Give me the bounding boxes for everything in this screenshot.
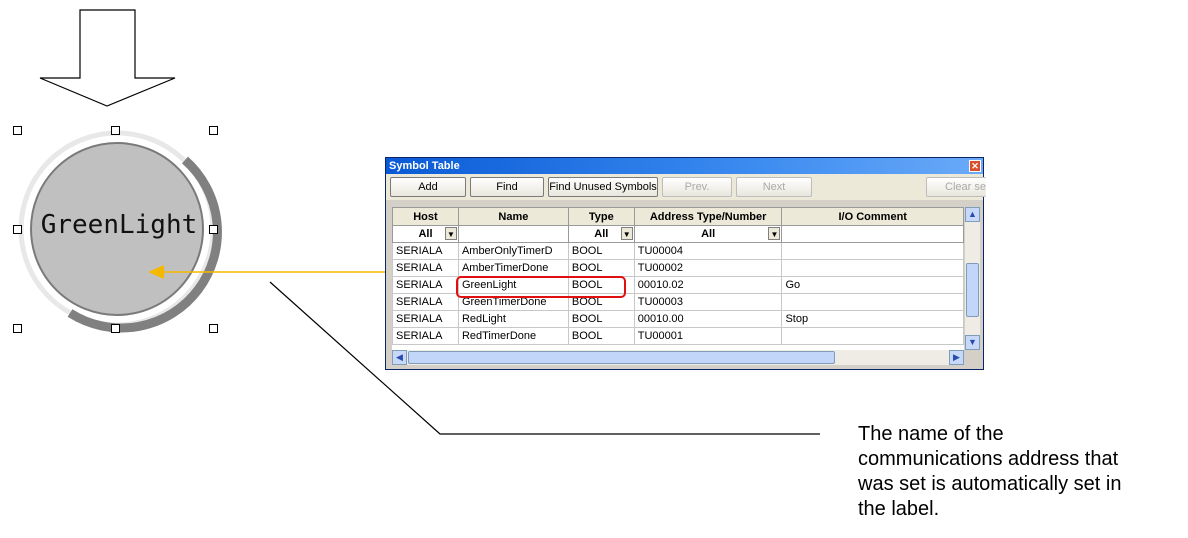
selected-row-highlight xyxy=(456,276,626,298)
filter-row: All ▼ All ▼ All ▼ xyxy=(392,225,964,243)
clear-button[interactable]: Clear se xyxy=(926,177,986,197)
toolbar: Add Find Find Unused Symbols Prev. Next … xyxy=(386,174,986,200)
scroll-up-icon[interactable]: ▲ xyxy=(965,207,980,222)
title-bar: Symbol Table ✕ xyxy=(386,158,983,174)
cell-address[interactable]: TU00003 xyxy=(633,293,783,311)
cell-comment[interactable] xyxy=(781,242,964,260)
resize-handle-ne[interactable] xyxy=(209,126,218,135)
next-button[interactable]: Next xyxy=(736,177,812,197)
cell-host[interactable]: SERIALA xyxy=(392,293,459,311)
resize-handle-se[interactable] xyxy=(209,324,218,333)
cell-type[interactable]: BOOL xyxy=(567,259,635,277)
cell-host[interactable]: SERIALA xyxy=(392,259,459,277)
resize-handle-e[interactable] xyxy=(209,225,218,234)
vertical-scrollbar[interactable]: ▲ ▼ xyxy=(965,207,980,350)
type-filter-value: All xyxy=(594,228,609,240)
table-row[interactable]: SERIALA AmberTimerDone BOOL TU00002 xyxy=(392,259,964,277)
vertical-scroll-thumb[interactable] xyxy=(966,263,979,317)
name-filter[interactable] xyxy=(457,225,569,243)
horizontal-scroll-thumb[interactable] xyxy=(408,351,835,364)
down-arrow-icon xyxy=(39,9,176,107)
cell-host[interactable]: SERIALA xyxy=(392,242,459,260)
cell-comment[interactable]: Stop xyxy=(781,310,964,328)
type-filter[interactable]: All ▼ xyxy=(567,225,635,243)
cell-address[interactable]: TU00004 xyxy=(633,242,783,260)
cell-type[interactable]: BOOL xyxy=(567,242,635,260)
resize-handle-nw[interactable] xyxy=(13,126,22,135)
column-header-io-comment[interactable]: I/O Comment xyxy=(781,207,964,226)
cell-host[interactable]: SERIALA xyxy=(392,276,459,294)
header-row: Host Name Type Address Type/Number I/O C… xyxy=(392,207,964,226)
window-title: Symbol Table xyxy=(389,160,460,172)
symbol-table-window: Symbol Table ✕ Add Find Find Unused Symb… xyxy=(385,157,986,370)
address-filter-value: All xyxy=(701,228,716,240)
close-icon[interactable]: ✕ xyxy=(969,160,981,172)
column-header-host[interactable]: Host xyxy=(392,207,459,226)
cell-address[interactable]: TU00002 xyxy=(633,259,783,277)
column-header-address[interactable]: Address Type/Number xyxy=(633,207,783,226)
table-row[interactable]: SERIALA RedTimerDone BOOL TU00001 xyxy=(392,327,964,345)
cell-address[interactable]: 00010.00 xyxy=(633,310,783,328)
cell-address[interactable]: TU00001 xyxy=(633,327,783,345)
cell-comment[interactable] xyxy=(781,293,964,311)
column-header-name[interactable]: Name xyxy=(457,207,569,226)
cell-name[interactable]: AmberOnlyTimerD xyxy=(457,242,569,260)
cell-host[interactable]: SERIALA xyxy=(392,327,459,345)
resize-handle-s[interactable] xyxy=(111,324,120,333)
scroll-down-icon[interactable]: ▼ xyxy=(965,335,980,350)
chevron-down-icon[interactable]: ▼ xyxy=(444,227,457,240)
chevron-down-icon[interactable]: ▼ xyxy=(620,227,633,240)
horizontal-scrollbar[interactable]: ◀ ▶ xyxy=(392,350,964,365)
scroll-right-icon[interactable]: ▶ xyxy=(949,350,964,365)
add-button[interactable]: Add xyxy=(390,177,466,197)
scroll-left-icon[interactable]: ◀ xyxy=(392,350,407,365)
host-filter[interactable]: All ▼ xyxy=(392,225,459,243)
cell-type[interactable]: BOOL xyxy=(567,310,635,328)
cell-comment[interactable] xyxy=(781,327,964,345)
lamp-label[interactable]: GreenLight xyxy=(24,210,214,240)
find-button[interactable]: Find xyxy=(470,177,544,197)
prev-button[interactable]: Prev. xyxy=(662,177,732,197)
cell-address[interactable]: 00010.02 xyxy=(633,276,783,294)
cell-name[interactable]: RedTimerDone xyxy=(457,327,569,345)
callout-caption: The name of the communications address t… xyxy=(858,423,1122,520)
table-row[interactable]: SERIALA AmberOnlyTimerD BOOL TU00004 xyxy=(392,242,964,260)
resize-handle-sw[interactable] xyxy=(13,324,22,333)
cell-name[interactable]: AmberTimerDone xyxy=(457,259,569,277)
table-row[interactable]: SERIALA RedLight BOOL 00010.00 Stop xyxy=(392,310,964,328)
cell-type[interactable]: BOOL xyxy=(567,327,635,345)
resize-handle-n[interactable] xyxy=(111,126,120,135)
cell-host[interactable]: SERIALA xyxy=(392,310,459,328)
cell-comment[interactable]: Go xyxy=(781,276,964,294)
find-unused-symbols-button[interactable]: Find Unused Symbols xyxy=(548,177,658,197)
resize-handle-w[interactable] xyxy=(13,225,22,234)
cell-name[interactable]: RedLight xyxy=(457,310,569,328)
column-header-type[interactable]: Type xyxy=(567,207,635,226)
address-filter[interactable]: All ▼ xyxy=(633,225,783,243)
chevron-down-icon[interactable]: ▼ xyxy=(768,227,781,240)
host-filter-value: All xyxy=(418,228,433,240)
cell-comment[interactable] xyxy=(781,259,964,277)
comment-filter[interactable] xyxy=(781,225,964,243)
